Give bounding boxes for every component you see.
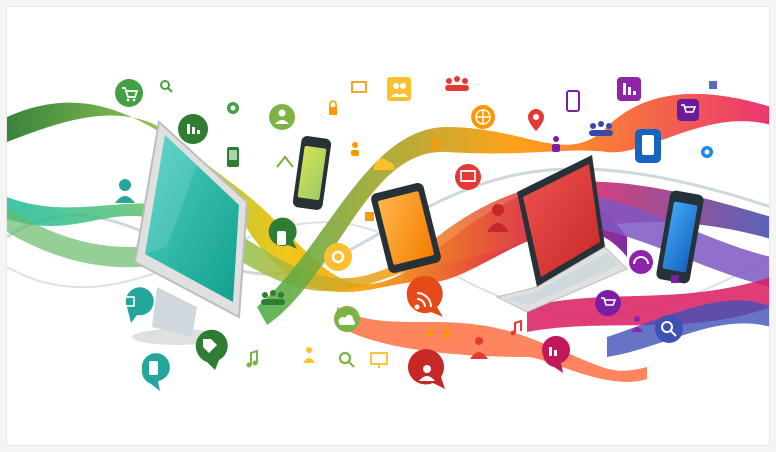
map-pin-icon (528, 109, 544, 131)
camera-icon (701, 146, 713, 158)
chevron-icon (276, 155, 294, 168)
search-icon (160, 80, 173, 93)
settings-icon (324, 243, 352, 271)
phone-icon (141, 353, 170, 391)
shopping-cart-icon (595, 290, 621, 316)
thumbs-up-icon (121, 287, 154, 323)
user-icon (351, 142, 359, 156)
lock-icon (365, 212, 374, 221)
shopping-cart-icon (677, 99, 699, 121)
shopping-cart-icon (115, 79, 143, 107)
chart-icon (178, 114, 208, 144)
headset-icon (629, 250, 653, 274)
rss-icon (406, 275, 443, 317)
monitor-icon (370, 352, 388, 368)
illustration-frame (6, 6, 770, 446)
tag-icon (195, 329, 228, 370)
monitor-icon (351, 81, 367, 93)
music-note-icon (246, 349, 258, 368)
group-icon (387, 77, 411, 101)
lock-icon (671, 275, 679, 283)
user-icon (269, 104, 295, 130)
user-icon (407, 349, 445, 389)
lock-icon (709, 81, 717, 89)
search-icon (338, 351, 355, 368)
group-icon (445, 76, 469, 91)
smartphone-lime (292, 136, 332, 210)
phone-icon (566, 90, 580, 112)
camera-icon (227, 102, 239, 114)
globe-icon (471, 105, 495, 129)
user-icon (303, 347, 315, 363)
phone-icon (635, 129, 661, 163)
phone-icon (227, 147, 239, 167)
chart-icon (617, 77, 641, 101)
group-icon (589, 121, 613, 136)
search-icon (655, 315, 683, 343)
cloud-icon (334, 306, 360, 332)
monitor-icon (455, 164, 481, 190)
tablet-orange (371, 182, 441, 274)
connected-devices-illustration (7, 76, 769, 391)
lock-icon (427, 329, 434, 336)
user-icon (115, 179, 135, 203)
lock-icon (329, 100, 337, 115)
